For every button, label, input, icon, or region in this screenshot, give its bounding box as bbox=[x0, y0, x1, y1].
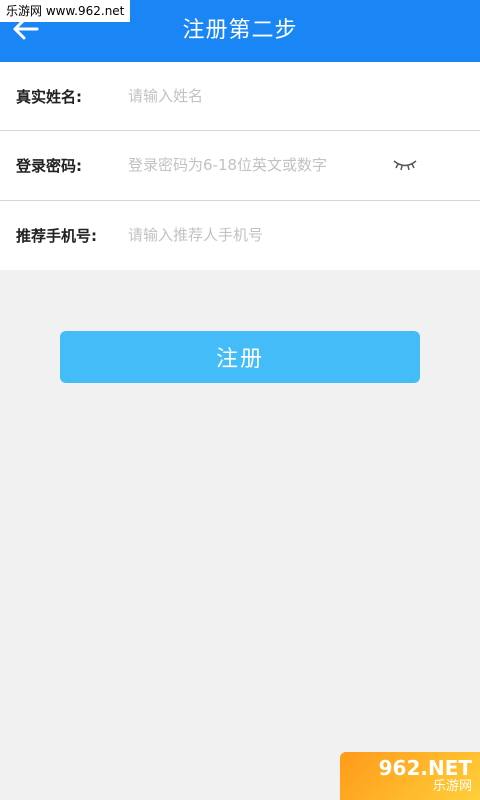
referrer-row: 推荐手机号: bbox=[0, 201, 480, 269]
watermark-bottom-small: 乐游网 bbox=[432, 779, 472, 794]
watermark-bottom: 962.NET 乐游网 bbox=[340, 752, 480, 800]
name-row: 真实姓名: bbox=[0, 62, 480, 130]
registration-form: 真实姓名: 登录密码: 推荐手机号: bbox=[0, 62, 480, 270]
password-row: 登录密码: bbox=[0, 131, 480, 199]
watermark-bottom-big: 962.NET bbox=[378, 756, 472, 780]
register-button[interactable]: 注册 bbox=[60, 331, 420, 383]
referrer-input[interactable] bbox=[128, 215, 378, 255]
referrer-label: 推荐手机号: bbox=[16, 226, 97, 245]
name-label: 真实姓名: bbox=[16, 87, 82, 106]
watermark-top: 乐游网 www.962.net bbox=[0, 0, 131, 22]
password-label: 登录密码: bbox=[16, 156, 82, 175]
password-input[interactable] bbox=[128, 145, 378, 185]
name-input[interactable] bbox=[128, 76, 378, 116]
eye-closed-icon[interactable] bbox=[392, 155, 418, 175]
